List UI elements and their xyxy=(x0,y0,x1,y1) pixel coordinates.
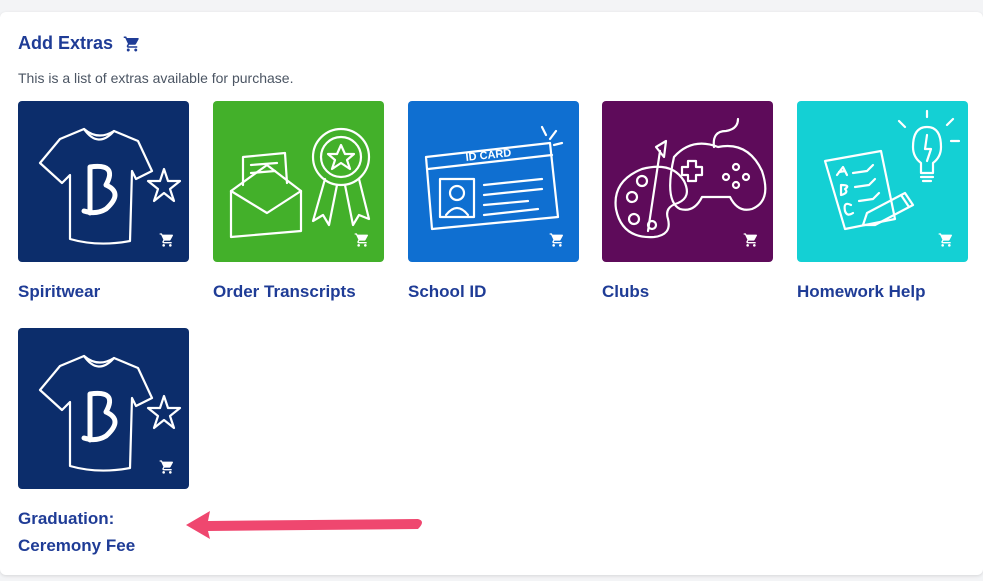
annotation-arrow-icon xyxy=(186,511,422,539)
section-title: Add Extras xyxy=(18,33,141,54)
svg-text:ID CARD: ID CARD xyxy=(465,147,512,164)
extra-tile-homework-help[interactable] xyxy=(797,101,968,262)
extra-tile-spiritwear[interactable] xyxy=(18,101,189,262)
extra-tile-clubs[interactable] xyxy=(602,101,773,262)
cart-icon xyxy=(743,233,758,247)
shopping-cart-icon xyxy=(123,36,139,51)
section-title-text: Add Extras xyxy=(18,33,114,53)
extra-label-spiritwear[interactable]: Spiritwear xyxy=(18,278,100,305)
cart-icon xyxy=(549,233,564,247)
extra-tile-graduation-ceremony-fee[interactable] xyxy=(18,328,189,489)
cart-icon xyxy=(938,233,953,247)
cart-icon xyxy=(159,460,174,474)
extra-label-line2: Ceremony Fee xyxy=(18,536,136,555)
extra-label-line1: Graduation: xyxy=(18,509,115,528)
extra-tile-school-id[interactable]: ID CARD xyxy=(408,101,579,262)
extra-label-clubs[interactable]: Clubs xyxy=(602,278,649,305)
cart-icon xyxy=(159,233,174,247)
cart-icon xyxy=(354,233,369,247)
section-subtitle: This is a list of extras available for p… xyxy=(18,70,294,86)
extra-tile-order-transcripts[interactable] xyxy=(213,101,384,262)
extra-label-homework-help[interactable]: Homework Help xyxy=(797,278,925,305)
extra-label-order-transcripts[interactable]: Order Transcripts xyxy=(213,278,356,305)
extra-label-graduation-ceremony-fee[interactable]: Graduation: Ceremony Fee xyxy=(18,505,135,559)
extra-label-school-id[interactable]: School ID xyxy=(408,278,486,305)
